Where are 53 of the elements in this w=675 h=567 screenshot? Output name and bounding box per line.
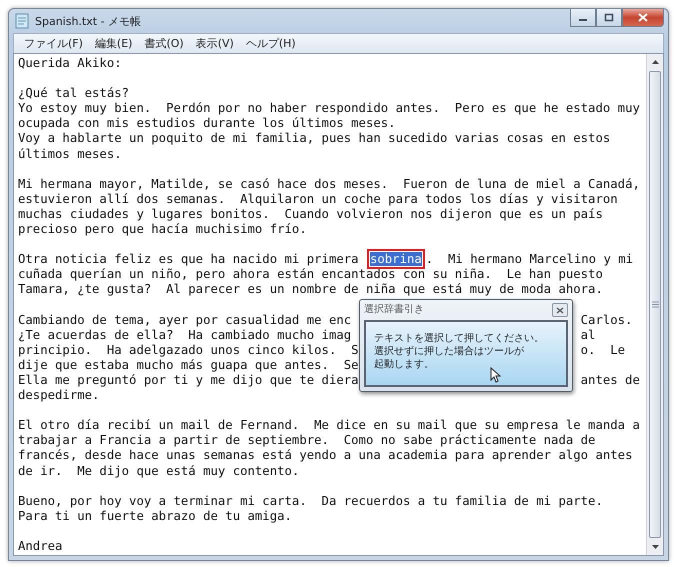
text-line: Querida Akiko: [18,56,122,72]
text-line: Para ti un fuerte abrazo de tu amiga. [18,508,292,524]
down-arrow-icon[interactable] [652,545,658,549]
text-line: dije que estaba mucho más guapa que antes. Se [18,358,359,373]
up-arrow-icon[interactable] [652,60,658,64]
window-title: Spanish.txt - メモ帳 [35,14,142,28]
minimize-button[interactable] [570,9,596,27]
maximize-button[interactable] [596,9,622,27]
menu-item[interactable]: 表示(V) [190,36,240,51]
text-line: Bueno, por hoy voy a terminar mi carta. Da recuerdos a tu familia de mi parte. [18,494,603,509]
text-line: estuvieron allí dos semanas. Alquilaron un coche para todos los días y visitaron [18,192,618,207]
text-fragment: Otra noticia feliz es que ha nacido mi primera [18,252,360,266]
text-line: trabajar a Francia a partir de septiembre. Como no sabe prácticamente nada de [18,433,596,448]
maximize-icon [604,13,614,22]
text-line: muchas ciudades y lugares bonitos. Cuando volvieron nos dijeron que es un país [18,206,603,222]
scroll-thumb[interactable] [649,71,661,538]
text-line: precioso pero que hacía muchisimo frío. [18,222,307,238]
text-line: francés, desde hace unas semanas está yendo a una academia para aprender algo antes [18,448,632,464]
text-fragment: Cambiando de tema, ayer por casualidad me enc [18,312,352,328]
text-line: de ir. Me dijo que está muy contento. [18,464,300,479]
text-fragment: Carlos. [580,312,632,328]
text-line: despedirme. [18,388,100,404]
text-line: Andrea [18,539,62,554]
text-line: El otro día recibí un mail de Fernand. Me dice en su mail que su empresa le manda a [18,418,640,434]
text-line: Tamara, ¿te gusta? Al parecer es un nombre de niña que está muy de moda ahora. [18,282,603,298]
text-fragment: ¿Te acuerdas de ella? Ha cambiado mucho imag [18,328,352,343]
text-fragment: al [580,328,596,343]
text-line: ocupada con mis estudios durante los últimos meses. [18,116,396,132]
text-line: Yo estoy muy bien. Perdón por no haber respondido antes. Pero es que he estado muy [18,101,640,116]
menu-item[interactable]: 書式(O) [138,36,190,51]
close-icon [638,13,648,22]
menu-item[interactable]: 編集(E) [88,36,138,51]
text-line: Mi hermana mayor, Matilde, se casó hace dos meses. Fueron de luna de miel a Canadá, [18,176,640,192]
close-icon [556,306,564,314]
text-fragment: o. Le [580,342,626,358]
text-fragment: principio. Ha adelgazado unos cinco kilos. S [18,342,359,358]
text-line: cuñada querían un niño, pero ahora están encantados con su niña. Le han puesto [18,267,603,282]
selected-word: sobrina [370,252,422,266]
close-button[interactable] [622,9,664,27]
popup-message: テキストを選択して押してください。 選択せずに押した場合はツールが 起動します。 [374,332,544,371]
popup-title: 選択辞書引き [364,302,424,318]
menu-item[interactable]: ヘルプ(H) [240,36,302,51]
text-line: últimos meses. [18,146,122,162]
text-line: Voy a hablarte un poquito de mi familia, pues han sucedido varias cosas en estos [18,131,610,147]
close-button[interactable] [552,303,568,317]
text-fragment: antes de [580,372,640,388]
scrollbar[interactable] [646,54,663,555]
mouse-cursor-icon [490,367,501,383]
text-fragment: . Mi hermano Marcelino y mi [426,252,634,266]
notepad-icon [15,13,29,29]
text-fragment: Ella me preguntó por ti y me dijo que te diera [18,372,359,388]
text-line: ¿Qué tal estás? [18,86,130,102]
menu-item[interactable]: ファイル(F) [18,36,89,51]
